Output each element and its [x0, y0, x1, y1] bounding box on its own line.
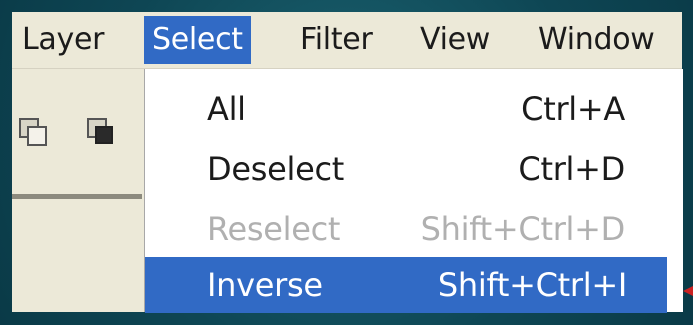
- menu-layer[interactable]: Layer: [14, 16, 112, 64]
- menu-item-label: Inverse: [207, 266, 323, 304]
- menu-item-label: All: [207, 90, 246, 128]
- arrow-pointer-icon: [683, 282, 693, 296]
- menu-item-label: Reselect: [207, 210, 341, 248]
- menu-item-shortcut: Shift+Ctrl+D: [420, 210, 626, 248]
- menu-item-inverse[interactable]: Inverse Shift+Ctrl+I: [145, 257, 667, 313]
- menu-item-shortcut: Ctrl+A: [521, 90, 625, 128]
- menu-item-all[interactable]: All Ctrl+A: [145, 81, 665, 137]
- menu-item-label: Deselect: [207, 150, 345, 188]
- menu-select[interactable]: Select: [144, 16, 251, 64]
- menu-item-reselect: Reselect Shift+Ctrl+D: [145, 201, 665, 257]
- menu-bar: Layer Select Filter View Window: [12, 12, 682, 69]
- tool-options-strip: [12, 69, 142, 199]
- app-window: Layer Select Filter View Window All Ctrl…: [12, 12, 683, 313]
- intersect-selection-icon[interactable]: [16, 115, 52, 151]
- menu-item-shortcut: Shift+Ctrl+I: [437, 266, 627, 304]
- subtract-selection-icon[interactable]: [84, 115, 120, 151]
- menu-window[interactable]: Window: [530, 16, 663, 64]
- menu-item-shortcut: Ctrl+D: [518, 150, 625, 188]
- select-menu-dropdown: All Ctrl+A Deselect Ctrl+D Reselect Shif…: [144, 69, 683, 313]
- menu-view[interactable]: View: [412, 16, 498, 64]
- menu-filter[interactable]: Filter: [292, 16, 381, 64]
- menu-item-deselect[interactable]: Deselect Ctrl+D: [145, 141, 665, 197]
